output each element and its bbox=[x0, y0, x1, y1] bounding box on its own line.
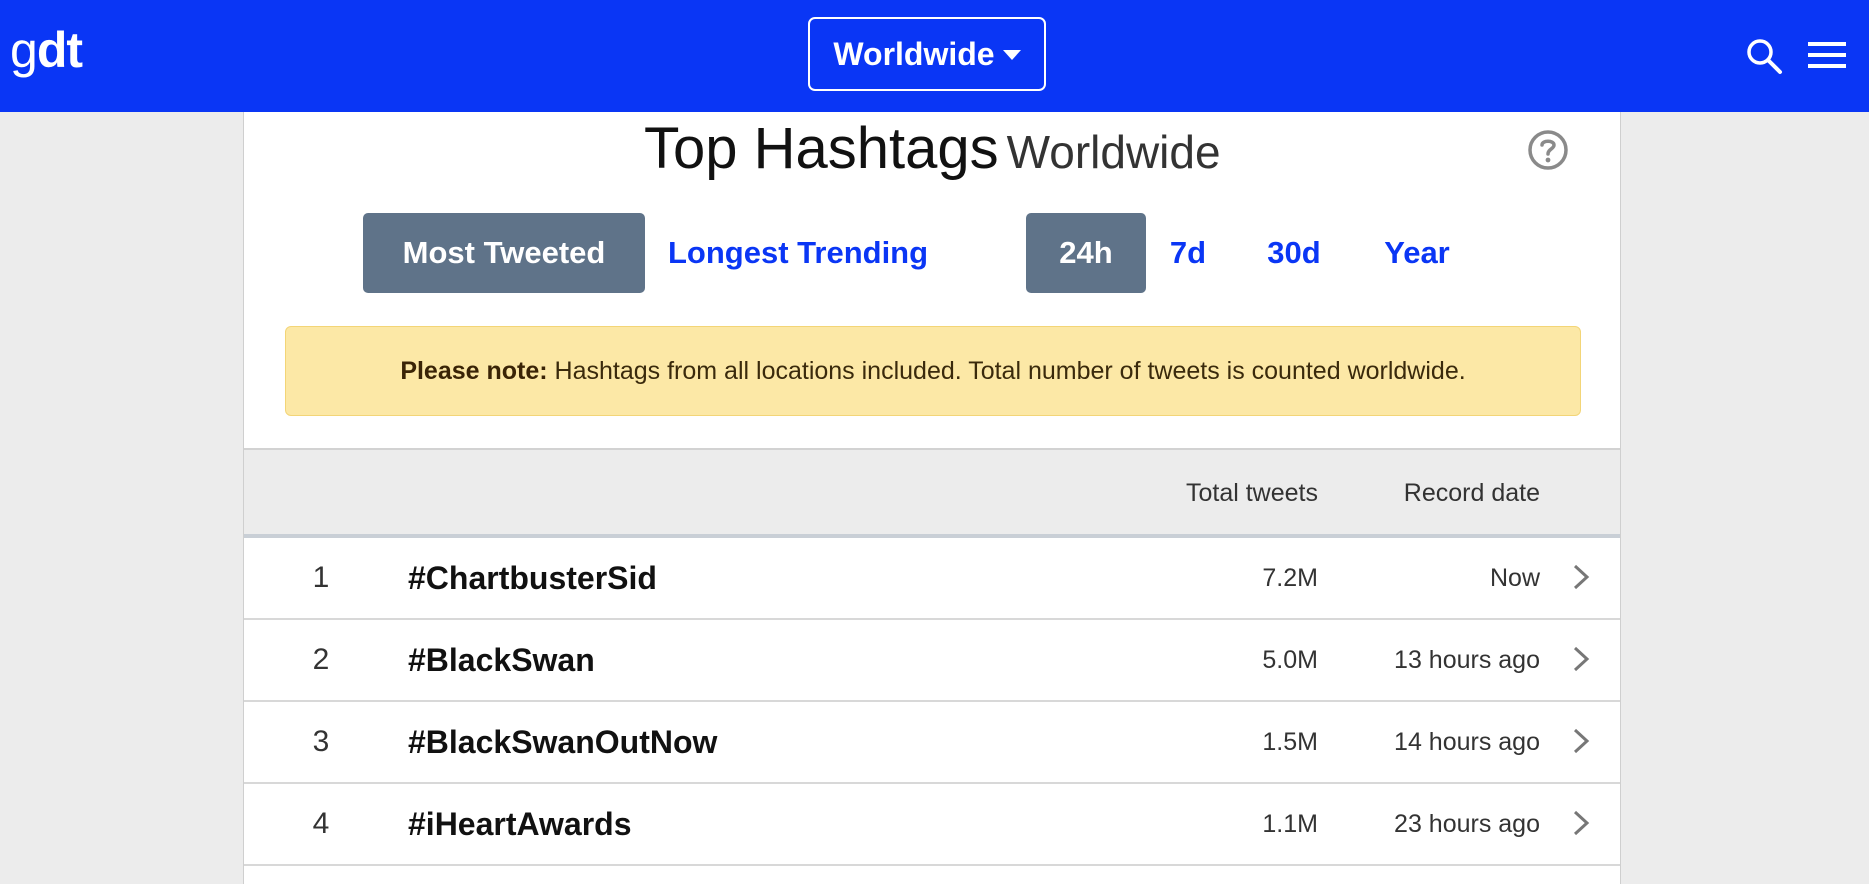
chevron-right-icon[interactable] bbox=[1572, 810, 1590, 836]
tab-most-tweeted[interactable]: Most Tweeted bbox=[363, 213, 645, 293]
row-hashtag[interactable]: #ChartbusterSid bbox=[408, 538, 657, 618]
row-record-date: Now bbox=[1489, 564, 1540, 592]
notice-banner: Please note: Hashtags from all locations… bbox=[285, 326, 1581, 416]
logo-bold: dt bbox=[36, 22, 83, 78]
tab-longest-trending[interactable]: Longest Trending bbox=[668, 213, 928, 293]
notice-text: Hashtags from all locations included. To… bbox=[554, 357, 1466, 385]
chevron-right-icon[interactable] bbox=[1572, 646, 1590, 672]
table-row[interactable]: 4 #iHeartAwards 1.1M 23 hours ago bbox=[244, 784, 1620, 866]
top-navbar: gdt Worldwide bbox=[0, 0, 1869, 112]
row-total-tweets: 1.5M bbox=[1262, 728, 1318, 756]
chevron-down-icon bbox=[1002, 50, 1021, 60]
question-circle-icon[interactable] bbox=[1527, 129, 1569, 171]
tab-year[interactable]: Year bbox=[1370, 213, 1464, 293]
column-header-total-tweets[interactable]: Total tweets bbox=[1186, 450, 1318, 536]
tab-7d[interactable]: 7d bbox=[1155, 213, 1221, 293]
logo-prefix: g bbox=[10, 22, 38, 78]
chevron-right-icon[interactable] bbox=[1572, 728, 1590, 754]
location-dropdown-label: Worldwide bbox=[833, 35, 995, 72]
row-record-date: 13 hours ago bbox=[1394, 646, 1540, 674]
row-total-tweets: 7.2M bbox=[1262, 564, 1318, 592]
site-logo[interactable]: gdt bbox=[10, 22, 83, 78]
column-header-record-date[interactable]: Record date bbox=[1404, 450, 1540, 536]
row-rank: 2 bbox=[312, 643, 330, 676]
menu-icon[interactable] bbox=[1808, 40, 1846, 70]
search-icon[interactable] bbox=[1744, 36, 1784, 76]
row-record-date: 14 hours ago bbox=[1394, 728, 1540, 756]
row-record-date: 23 hours ago bbox=[1394, 810, 1540, 838]
page-title: Top Hashtags Worldwide bbox=[644, 114, 1221, 187]
row-hashtag[interactable]: #BlackSwan bbox=[408, 620, 595, 700]
row-hashtag[interactable]: #iHeartAwards bbox=[408, 784, 632, 864]
notice-label: Please note: bbox=[400, 357, 548, 385]
page-title-text: Top Hashtags bbox=[644, 116, 999, 181]
row-total-tweets: 5.0M bbox=[1262, 646, 1318, 674]
main-panel: Top Hashtags Worldwide Most Tweeted Longe… bbox=[243, 112, 1621, 884]
page-subtitle: Worldwide bbox=[1006, 126, 1221, 178]
location-dropdown[interactable]: Worldwide bbox=[808, 17, 1046, 91]
chevron-right-icon[interactable] bbox=[1572, 564, 1590, 590]
table-header: Total tweets Record date bbox=[244, 448, 1620, 538]
title-row: Top Hashtags Worldwide bbox=[244, 112, 1620, 192]
row-total-tweets: 1.1M bbox=[1262, 810, 1318, 838]
row-hashtag[interactable]: #BlackSwanOutNow bbox=[408, 702, 717, 782]
row-rank: 4 bbox=[312, 807, 330, 840]
table-row[interactable]: 1 #ChartbusterSid 7.2M Now bbox=[244, 538, 1620, 620]
table-row[interactable]: 2 #BlackSwan 5.0M 13 hours ago bbox=[244, 620, 1620, 702]
tab-24h[interactable]: 24h bbox=[1026, 213, 1146, 293]
tab-30d[interactable]: 30d bbox=[1248, 213, 1340, 293]
row-rank: 3 bbox=[312, 725, 330, 758]
table-row[interactable]: 3 #BlackSwanOutNow 1.5M 14 hours ago bbox=[244, 702, 1620, 784]
row-rank: 1 bbox=[312, 561, 330, 594]
